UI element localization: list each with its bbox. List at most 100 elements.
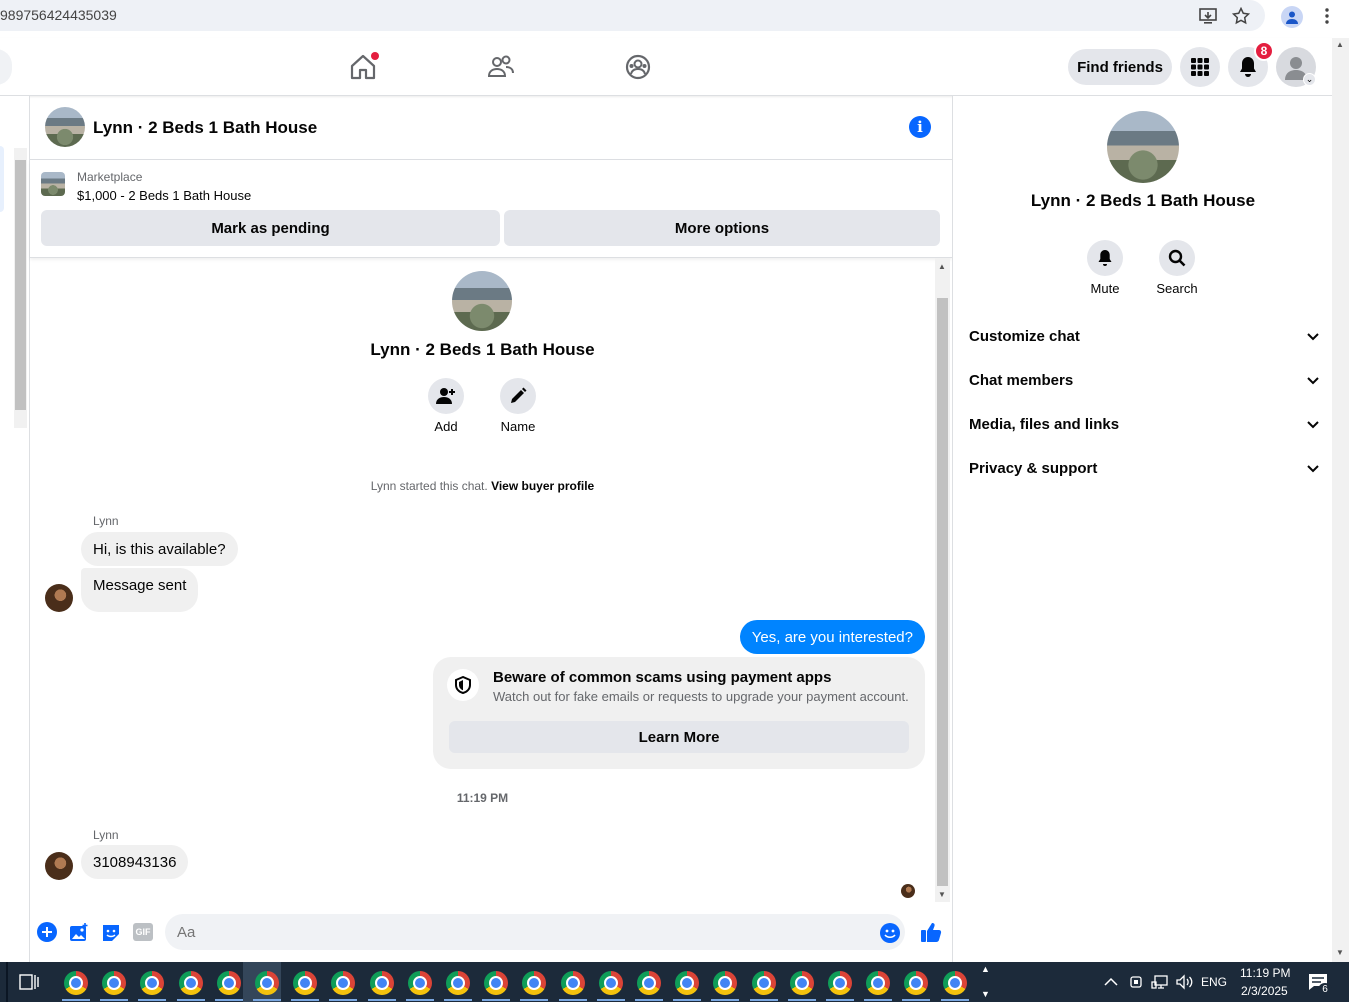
chrome-taskbar-icon[interactable]: [331, 971, 356, 995]
running-app-underline: [214, 999, 243, 1001]
chrome-taskbar-icon[interactable]: [866, 971, 891, 995]
gif-icon[interactable]: GIF: [133, 923, 153, 941]
learn-more-button[interactable]: Learn More: [449, 721, 909, 753]
thumbs-up-icon[interactable]: [920, 921, 942, 943]
chat-list-scroll-thumb[interactable]: [15, 160, 26, 410]
taskbar-scroll-up-icon[interactable]: ▲: [981, 964, 990, 974]
groups-icon[interactable]: [623, 52, 653, 82]
scroll-down-arrow-icon[interactable]: ▼: [938, 890, 946, 899]
chrome-taskbar-icon[interactable]: [522, 971, 547, 995]
chrome-taskbar-icon[interactable]: [598, 971, 623, 995]
account-chevron-icon[interactable]: ⌄: [1303, 73, 1316, 86]
privacy-support-section[interactable]: Privacy & support: [969, 453, 1319, 483]
chrome-taskbar-icon[interactable]: [713, 971, 738, 995]
browser-menu-icon[interactable]: [1317, 6, 1337, 26]
sticker-icon[interactable]: [101, 923, 121, 943]
chrome-taskbar-icon[interactable]: [216, 971, 241, 995]
conversation-scrollbar[interactable]: ▲ ▼: [935, 258, 950, 902]
marketplace-label: Marketplace: [77, 170, 143, 184]
running-app-underline: [558, 999, 587, 1001]
listing-title[interactable]: $1,000 - 2 Beds 1 Bath House: [77, 188, 251, 203]
name-label: Name: [500, 419, 536, 434]
mark-as-pending-button[interactable]: Mark as pending: [41, 210, 500, 246]
mute-button[interactable]: [1087, 240, 1123, 276]
chat-avatar[interactable]: [45, 107, 85, 147]
running-app-underline: [62, 999, 90, 1001]
running-app-underline: [864, 999, 893, 1001]
chrome-taskbar-icon[interactable]: [102, 971, 127, 995]
language-indicator[interactable]: ENG: [1201, 975, 1227, 989]
chrome-taskbar-icon[interactable]: [446, 971, 470, 995]
page-scroll-up-icon[interactable]: ▲: [1336, 40, 1344, 49]
find-friends-button[interactable]: Find friends: [1068, 49, 1172, 85]
chrome-taskbar-icon[interactable]: [407, 971, 432, 995]
details-avatar[interactable]: [1107, 111, 1179, 183]
scroll-up-arrow-icon[interactable]: ▲: [938, 262, 946, 271]
install-app-icon[interactable]: [1198, 6, 1218, 26]
more-options-button[interactable]: More options: [504, 210, 940, 246]
chrome-taskbar-icon[interactable]: [560, 971, 585, 995]
outgoing-message[interactable]: Yes, are you interested?: [739, 620, 925, 654]
show-hidden-icons-icon[interactable]: [1104, 974, 1118, 988]
chrome-taskbar-icon[interactable]: [64, 971, 88, 995]
incoming-message[interactable]: Message sent: [81, 568, 199, 612]
menu-grid-button[interactable]: [1180, 47, 1220, 87]
profile-icon[interactable]: [1281, 6, 1303, 28]
network-icon[interactable]: [1151, 974, 1169, 990]
taskbar-time[interactable]: 11:19 PM: [1240, 966, 1290, 980]
media-files-links-section[interactable]: Media, files and links: [969, 409, 1319, 439]
incoming-message[interactable]: 3108943136: [81, 845, 189, 879]
chat-details-panel: Lynn · 2 Beds 1 Bath House Mute Search C…: [952, 96, 1332, 962]
chrome-taskbar-icon[interactable]: [178, 971, 203, 995]
chevron-down-icon: [1307, 416, 1319, 433]
url-text[interactable]: 989756424435039: [0, 7, 117, 23]
listing-thumbnail[interactable]: [41, 172, 65, 196]
taskbar-date[interactable]: 2/3/2025: [1241, 984, 1288, 998]
chrome-taskbar-icon[interactable]: [369, 971, 394, 995]
chat-members-section[interactable]: Chat members: [969, 365, 1319, 395]
chrome-taskbar-icon[interactable]: [255, 971, 279, 995]
plus-icon[interactable]: [37, 922, 57, 942]
page-scroll-down-icon[interactable]: ▼: [1336, 948, 1344, 957]
meet-now-icon[interactable]: [1129, 974, 1143, 990]
chrome-taskbar-icon[interactable]: [942, 971, 967, 995]
chrome-taskbar-icon[interactable]: [828, 971, 852, 995]
chrome-taskbar-icon[interactable]: [751, 971, 776, 995]
running-app-underline: [902, 999, 931, 1001]
bookmark-star-icon[interactable]: [1231, 6, 1251, 26]
action-center-badge: 6: [1318, 983, 1332, 997]
edit-name-button[interactable]: [500, 378, 536, 414]
chrome-taskbar-icon[interactable]: [789, 971, 814, 995]
photo-icon[interactable]: [69, 923, 89, 943]
add-people-button[interactable]: [428, 378, 464, 414]
info-icon[interactable]: i: [909, 116, 931, 138]
chat-list-scrollbar[interactable]: [14, 148, 27, 428]
chat-started-note: Lynn started this chat. View buyer profi…: [30, 479, 935, 493]
conversation-scroll-thumb[interactable]: [937, 298, 948, 886]
conversation-profile-avatar[interactable]: [452, 271, 512, 331]
address-bar[interactable]: 989756424435039: [0, 0, 1265, 31]
chrome-taskbar-icon[interactable]: [293, 971, 318, 995]
chat-title[interactable]: Lynn · 2 Beds 1 Bath House: [93, 118, 317, 138]
chrome-taskbar-icon[interactable]: [140, 971, 165, 995]
chrome-taskbar-icon[interactable]: [675, 971, 700, 995]
taskbar-scroll-down-icon[interactable]: ▼: [981, 989, 990, 999]
page-scrollbar[interactable]: ▲ ▼: [1332, 38, 1349, 962]
chrome-taskbar-icon[interactable]: [637, 971, 661, 995]
running-app-underline: [826, 999, 854, 1001]
customize-chat-section[interactable]: Customize chat: [969, 321, 1319, 351]
message-input[interactable]: [165, 914, 905, 950]
friends-icon[interactable]: [486, 52, 516, 82]
chrome-taskbar-icon[interactable]: [484, 971, 509, 995]
task-view-icon[interactable]: [19, 973, 39, 991]
lynn-avatar[interactable]: [45, 852, 73, 880]
scam-warning-subtitle: Watch out for fake emails or requests to…: [493, 689, 909, 704]
view-buyer-profile-link[interactable]: View buyer profile: [491, 479, 594, 493]
lynn-avatar[interactable]: [45, 584, 73, 612]
volume-icon[interactable]: [1176, 974, 1194, 990]
emoji-icon[interactable]: [880, 923, 900, 943]
incoming-message[interactable]: Hi, is this available?: [81, 532, 238, 566]
chrome-taskbar-icon[interactable]: [904, 971, 929, 995]
search-in-chat-button[interactable]: [1159, 240, 1195, 276]
search-box-edge[interactable]: [0, 49, 12, 85]
